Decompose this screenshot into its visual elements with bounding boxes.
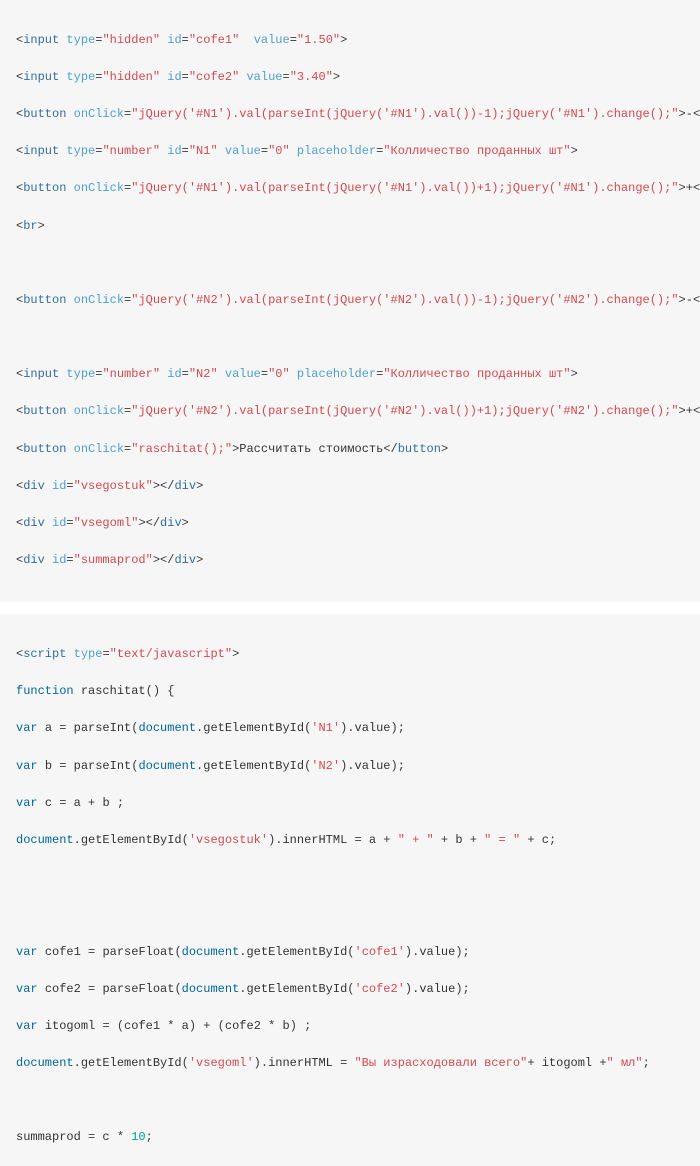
code-block-js: <script type="text/javascript"> function…	[0, 614, 700, 1166]
code-line: var c = a + b ;	[16, 794, 684, 813]
code-line: <button onClick="jQuery('#N2').val(parse…	[16, 291, 684, 310]
code-line	[16, 1091, 684, 1110]
code-line: var a = parseInt(document.getElementById…	[16, 719, 684, 738]
code-line: document.getElementById('vsegostuk').inn…	[16, 831, 684, 850]
code-line: <input type="hidden" id="cofe1" value="1…	[16, 31, 684, 50]
code-line: <button onClick="raschitat();">Рассчитат…	[16, 440, 684, 459]
code-block-html: <input type="hidden" id="cofe1" value="1…	[0, 0, 700, 602]
code-line: summaprod = c * 10;	[16, 1128, 684, 1147]
code-line: var cofe2 = parseFloat(document.getEleme…	[16, 980, 684, 999]
code-line: <button onClick="jQuery('#N1').val(parse…	[16, 105, 684, 124]
code-line: var b = parseInt(document.getElementById…	[16, 757, 684, 776]
code-line: <button onClick="jQuery('#N2').val(parse…	[16, 402, 684, 421]
code-line	[16, 328, 684, 347]
code-line: <script type="text/javascript">	[16, 645, 684, 664]
code-line: <input type="hidden" id="cofe2" value="3…	[16, 68, 684, 87]
code-line	[16, 905, 684, 924]
code-line: <div id="vsegostuk"></div>	[16, 477, 684, 496]
code-line: <input type="number" id="N1" value="0" p…	[16, 142, 684, 161]
code-line: <div id="vsegoml"></div>	[16, 514, 684, 533]
code-line: var itogoml = (cofe1 * a) + (cofe2 * b) …	[16, 1017, 684, 1036]
code-line: function raschitat() {	[16, 682, 684, 701]
code-line: var cofe1 = parseFloat(document.getEleme…	[16, 943, 684, 962]
code-line	[16, 868, 684, 887]
code-line: <input type="number" id="N2" value="0" p…	[16, 365, 684, 384]
code-line	[16, 254, 684, 273]
code-line: <br>	[16, 217, 684, 236]
code-line: <div id="summaprod"></div>	[16, 551, 684, 570]
code-line: <button onClick="jQuery('#N1').val(parse…	[16, 179, 684, 198]
code-line: document.getElementById('vsegoml').inner…	[16, 1054, 684, 1073]
